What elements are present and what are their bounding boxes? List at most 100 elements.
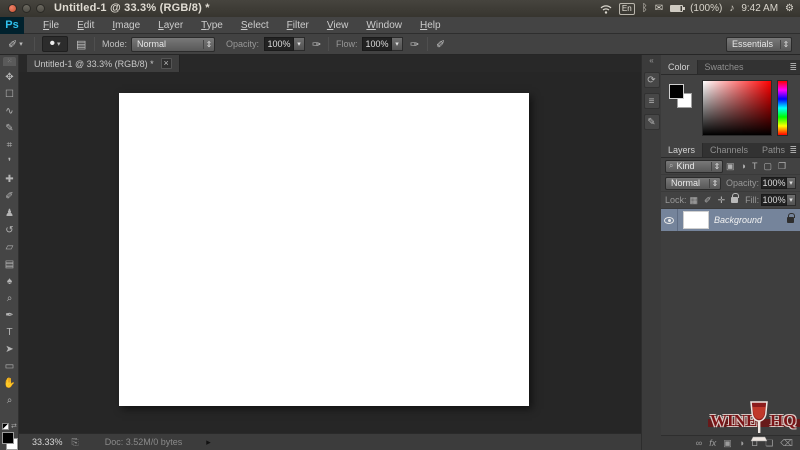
zoom-level-input[interactable]: 33.33% (32, 437, 63, 447)
swap-colors-icon[interactable]: ⇄ (11, 422, 17, 430)
window-close-button[interactable] (8, 4, 17, 13)
menu-layer[interactable]: Layer (149, 17, 192, 34)
layer-fill-arrow-icon[interactable]: ▾ (787, 194, 796, 206)
menu-filter[interactable]: Filter (278, 17, 318, 34)
bluetooth-icon[interactable]: ᛒ (642, 3, 648, 14)
window-minimize-button[interactable] (22, 4, 31, 13)
link-layers-icon[interactable]: ∞ (696, 438, 702, 448)
flow-input[interactable]: 100% (362, 37, 392, 51)
menu-help[interactable]: Help (411, 17, 450, 34)
healing-brush-tool-button[interactable]: ✚ (0, 171, 19, 188)
filter-shape-layers-icon[interactable]: ▢ (763, 161, 772, 172)
document-tab[interactable]: Untitled-1 @ 33.3% (RGB/8) * × (27, 55, 180, 72)
dodge-tool-button[interactable]: ⌕ (0, 290, 19, 307)
mail-icon[interactable]: ✉ (655, 3, 663, 14)
gradient-tool-button[interactable]: ▤ (0, 256, 19, 273)
layer-opacity-arrow-icon[interactable]: ▾ (787, 177, 797, 189)
menu-file[interactable]: File (34, 17, 68, 34)
history-brush-tool-button[interactable]: ↺ (0, 222, 19, 239)
toggle-brush-panel-icon[interactable]: ▤ (76, 38, 86, 51)
menu-edit[interactable]: Edit (68, 17, 103, 34)
lasso-tool-button[interactable]: ∿ (0, 103, 19, 120)
menu-image[interactable]: Image (103, 17, 149, 34)
wifi-icon[interactable] (600, 4, 612, 14)
filter-type-layers-icon[interactable]: T (752, 161, 758, 171)
layer-thumbnail[interactable] (683, 211, 709, 229)
quick-selection-tool-button[interactable]: ✎ (0, 120, 19, 137)
adjustments-panel-icon[interactable]: ✎ (643, 114, 660, 130)
clone-stamp-tool-button[interactable]: ♟ (0, 205, 19, 222)
keyboard-layout-indicator[interactable]: En (618, 2, 635, 15)
panel-menu-icon[interactable]: ≣ (789, 145, 797, 156)
lock-all-icon[interactable] (731, 193, 740, 203)
battery-icon[interactable] (670, 5, 686, 12)
window-maximize-button[interactable] (36, 4, 45, 13)
active-tool-icon[interactable]: ✐ (8, 38, 17, 51)
tool-preset-arrow-icon[interactable]: ▾ (19, 40, 23, 48)
tab-paths[interactable]: Paths (755, 143, 792, 157)
tab-color[interactable]: Color (661, 60, 698, 74)
layer-name[interactable]: Background (714, 215, 784, 225)
pen-tool-button[interactable]: ✒ (0, 307, 19, 324)
path-selection-tool-button[interactable]: ➤ (0, 341, 19, 358)
combo-arrows-icon: ⇕ (709, 178, 720, 188)
tab-layers[interactable]: Layers (661, 143, 704, 157)
layer-fill-input[interactable]: 100% (761, 194, 788, 206)
tab-channels[interactable]: Channels (703, 143, 755, 157)
flow-slider-arrow-icon[interactable]: ▾ (392, 37, 403, 51)
airbrush-icon[interactable]: ✑ (410, 38, 419, 51)
history-panel-icon[interactable]: ⟳ (643, 72, 660, 88)
opacity-slider-arrow-icon[interactable]: ▾ (294, 37, 305, 51)
layer-row-background[interactable]: Background (661, 209, 800, 231)
menu-type[interactable]: Type (192, 17, 232, 34)
type-tool-button[interactable]: T (0, 324, 19, 341)
panel-menu-icon[interactable]: ≣ (789, 62, 797, 73)
marquee-tool-button[interactable]: ☐ (0, 86, 19, 103)
layer-visibility-toggle[interactable] (661, 209, 678, 231)
menu-select[interactable]: Select (232, 17, 278, 34)
lock-transparency-icon[interactable]: ▦ (690, 195, 699, 206)
menu-view[interactable]: View (318, 17, 358, 34)
foreground-color-swatch[interactable] (2, 432, 14, 444)
foreground-color-swatch[interactable] (669, 84, 684, 99)
eyedropper-tool-button[interactable]: ❜ (0, 154, 19, 171)
blend-mode-select[interactable]: Normal ⇕ (131, 36, 215, 52)
hue-slider[interactable] (777, 80, 788, 136)
properties-panel-icon[interactable]: ≡ (643, 93, 660, 109)
tools-panel-grip[interactable] (3, 57, 16, 66)
zoom-tool-button[interactable]: ⌕ (0, 392, 19, 409)
tab-swatches[interactable]: Swatches (698, 60, 751, 74)
default-colors-icon[interactable] (2, 423, 9, 430)
status-popup-arrow-icon[interactable]: ▸ (206, 437, 211, 448)
layer-filter-kind-select[interactable]: ⌕ Kind ⇕ (665, 159, 723, 173)
session-menu-icon[interactable]: ⚙ (785, 3, 794, 14)
brush-smoothing-icon[interactable]: ✐ (436, 38, 445, 51)
layer-opacity-input[interactable]: 100% (761, 177, 788, 189)
move-tool-button[interactable]: ✥ (0, 69, 19, 86)
opacity-input[interactable]: 100% (264, 37, 294, 51)
hand-tool-button[interactable]: ✋ (0, 375, 19, 392)
sound-icon[interactable]: ♪ (729, 3, 734, 14)
blend-opacity-row: Normal ⇕ Opacity: 100% ▾ (661, 175, 800, 192)
filter-pixel-layers-icon[interactable]: ▣ (726, 161, 735, 172)
document-canvas[interactable] (119, 93, 529, 406)
lock-position-icon[interactable]: ✛ (718, 195, 726, 206)
blur-tool-button[interactable]: ♠ (0, 273, 19, 290)
clock[interactable]: 9:42 AM (741, 3, 778, 14)
lock-pixels-icon[interactable]: ✐ (704, 195, 712, 206)
shape-tool-button[interactable]: ▭ (0, 358, 19, 375)
crop-tool-button[interactable]: ⌗ (0, 137, 19, 154)
filter-smart-objects-icon[interactable]: ❐ (778, 161, 786, 172)
tool-options-bar: ✐ ▾ • ▾ ▤ Mode: Normal ⇕ Opacity: 100% ▾… (0, 34, 800, 55)
brush-preset-picker[interactable]: • ▾ (42, 35, 68, 52)
eraser-tool-button[interactable]: ▱ (0, 239, 19, 256)
menu-window[interactable]: Window (357, 17, 411, 34)
layer-blend-mode-select[interactable]: Normal ⇕ (665, 176, 721, 190)
expand-dock-icon[interactable]: « (642, 55, 661, 67)
saturation-brightness-picker[interactable] (702, 80, 772, 136)
pressure-opacity-icon[interactable]: ✑ (312, 38, 321, 51)
tab-close-icon[interactable]: × (160, 58, 172, 69)
brush-tool-button[interactable]: ✐ (0, 188, 19, 205)
filter-adjustment-layers-icon[interactable]: ◑ (741, 161, 746, 171)
workspace-select[interactable]: Essentials ⇕ (726, 36, 792, 52)
